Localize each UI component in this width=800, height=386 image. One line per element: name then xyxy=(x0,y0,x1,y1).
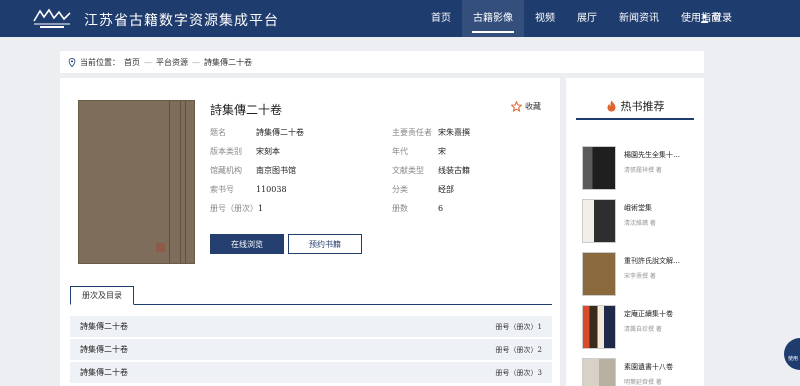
tab-divider xyxy=(70,304,552,305)
main-nav: 首页 古籍影像 视频 展厅 新闻资讯 使用指南 xyxy=(420,0,732,37)
hot-book-title: 素園遺書十八卷 xyxy=(624,363,673,371)
hot-book-title: 重刊許氏說文解… xyxy=(624,257,680,265)
volume-number: 册号（册次）3 xyxy=(495,368,542,377)
login-label: 登录 xyxy=(712,13,732,24)
site-logo-icon[interactable] xyxy=(32,7,72,31)
meta-key: 分类 xyxy=(392,185,408,194)
breadcrumb-separator: — xyxy=(192,57,200,67)
hot-book-thumbnail xyxy=(582,305,616,349)
hot-book-title: 峨術堂集 xyxy=(624,204,652,212)
meta-key: 册数 xyxy=(392,204,408,213)
hot-book-thumbnail xyxy=(582,252,616,296)
hot-book-thumbnail xyxy=(582,146,616,190)
meta-value: 1 xyxy=(258,204,264,213)
meta-key: 索书号 xyxy=(210,185,234,194)
meta-call-number: 索书号 110038 xyxy=(210,184,287,195)
hot-books-title: 热书推荐 xyxy=(620,100,665,113)
hot-books-heading: 热书推荐 xyxy=(576,94,694,120)
meta-key: 年代 xyxy=(392,147,408,156)
meta-doc-type: 文献类型 线装古籍 xyxy=(392,165,470,176)
read-online-button[interactable]: 在线浏览 xyxy=(210,234,284,254)
volume-title: 詩集傳二十卷 xyxy=(80,345,128,354)
meta-category: 分类 经部 xyxy=(392,184,454,195)
book-detail-panel: 詩集傳二十卷 收藏 题名 詩集傳二十卷 版本类别 宋刻本 馆藏机构 南京图书馆 索书号… xyxy=(60,78,560,386)
hot-book-author: 清龔自珍撰 著 xyxy=(624,326,662,333)
breadcrumb-resources[interactable]: 平台资源 xyxy=(156,57,188,68)
hot-book-item[interactable]: 峨術堂集 清沈維鐈 著 xyxy=(582,199,694,243)
hot-book-thumbnail xyxy=(582,199,616,243)
meta-key: 馆藏机构 xyxy=(210,166,242,175)
volume-number: 册号（册次）2 xyxy=(495,345,542,354)
meta-key: 题名 xyxy=(210,128,226,137)
meta-value: 经部 xyxy=(438,185,454,194)
fire-icon xyxy=(607,100,615,112)
hot-book-author: 清沈維鐈 著 xyxy=(624,220,656,227)
floating-help-button[interactable]: 使用 xyxy=(784,338,800,370)
meta-value: 线装古籍 xyxy=(438,166,470,175)
nav-news[interactable]: 新闻资讯 xyxy=(608,0,670,37)
volume-row[interactable]: 詩集傳二十卷 册号（册次）2 xyxy=(70,339,552,360)
hot-book-author: 明葉延齊撰 著 xyxy=(624,379,662,386)
meta-value: 詩集傳二十卷 xyxy=(256,128,304,137)
tab-volumes-catalog[interactable]: 册次及目录 xyxy=(70,286,134,305)
reserve-book-button[interactable]: 预约书籍 xyxy=(288,234,362,254)
meta-volume-no: 册号（册次）1 xyxy=(210,203,263,214)
meta-value: 南京图书馆 xyxy=(256,166,296,175)
meta-edition: 版本类别 宋刻本 xyxy=(210,146,280,157)
meta-responsible: 主要责任者 宋朱熹撰 xyxy=(392,127,470,138)
breadcrumb: 当前位置： 首页 — 平台资源 — 詩集傳二十卷 xyxy=(60,51,704,73)
nav-exhibition[interactable]: 展厅 xyxy=(566,0,608,37)
hot-book-author: 清張履祥撰 著 xyxy=(624,167,662,174)
meta-value: 宋朱熹撰 xyxy=(438,128,470,137)
location-pin-icon xyxy=(68,57,76,67)
meta-key: 主要责任者 xyxy=(392,128,432,137)
hot-book-item[interactable]: 定庵正續集十卷 清龔自珍撰 著 xyxy=(582,305,694,349)
volume-row[interactable]: 詩集傳二十卷 册号（册次）3 xyxy=(70,362,552,383)
meta-volume-count: 册数 6 xyxy=(392,203,443,214)
star-icon xyxy=(511,101,522,112)
favorite-button[interactable]: 收藏 xyxy=(511,101,541,112)
breadcrumb-home[interactable]: 首页 xyxy=(124,57,140,68)
login-button[interactable]: 登录 xyxy=(700,0,732,37)
top-navigation-bar: 江苏省古籍数字资源集成平台 首页 古籍影像 视频 展厅 新闻资讯 使用指南 xyxy=(0,0,800,37)
meta-value: 110038 xyxy=(256,185,287,194)
hot-book-item[interactable]: 楊園先生全集十… 清張履祥撰 著 xyxy=(582,146,694,190)
meta-value: 6 xyxy=(438,204,444,213)
volume-number: 册号（册次）1 xyxy=(495,322,542,331)
book-cover-image[interactable] xyxy=(78,100,195,264)
meta-era: 年代 宋 xyxy=(392,146,446,157)
meta-value: 宋刻本 xyxy=(256,147,280,156)
meta-value: 宋 xyxy=(438,147,446,156)
hot-book-item[interactable]: 素園遺書十八卷 明葉延齊撰 著 xyxy=(582,358,694,386)
meta-key: 文献类型 xyxy=(392,166,424,175)
hot-book-item[interactable]: 重刊許氏說文解… 宋李燾撰 著 xyxy=(582,252,694,296)
hot-book-title: 楊園先生全集十… xyxy=(624,151,680,159)
meta-title: 题名 詩集傳二十卷 xyxy=(210,127,304,138)
hot-books-sidebar: 热书推荐 楊園先生全集十… 清張履祥撰 著 峨術堂集 清沈維鐈 著 重刊許氏說文… xyxy=(566,78,704,386)
nav-home[interactable]: 首页 xyxy=(420,0,462,37)
nav-ancient-books[interactable]: 古籍影像 xyxy=(462,0,524,37)
breadcrumb-prefix: 当前位置： xyxy=(80,57,120,67)
floating-help-label: 使用 xyxy=(788,356,799,362)
book-title: 詩集傳二十卷 xyxy=(210,103,283,117)
meta-institution: 馆藏机构 南京图书馆 xyxy=(210,165,296,176)
nav-video[interactable]: 视频 xyxy=(524,0,566,37)
site-title[interactable]: 江苏省古籍数字资源集成平台 xyxy=(84,10,279,30)
volume-title: 詩集傳二十卷 xyxy=(80,368,128,377)
hot-book-title: 定庵正續集十卷 xyxy=(624,310,673,318)
meta-key: 册号（册次） xyxy=(210,204,258,213)
hot-book-author: 宋李燾撰 著 xyxy=(624,273,656,280)
breadcrumb-separator: — xyxy=(144,57,152,67)
volume-row[interactable]: 詩集傳二十卷 册号（册次）1 xyxy=(70,316,552,337)
breadcrumb-current: 詩集傳二十卷 xyxy=(204,57,252,67)
volume-title: 詩集傳二十卷 xyxy=(80,322,128,331)
meta-key: 版本类别 xyxy=(210,147,242,156)
hot-book-thumbnail xyxy=(582,358,616,386)
favorite-label: 收藏 xyxy=(525,102,541,111)
user-icon xyxy=(700,14,709,23)
